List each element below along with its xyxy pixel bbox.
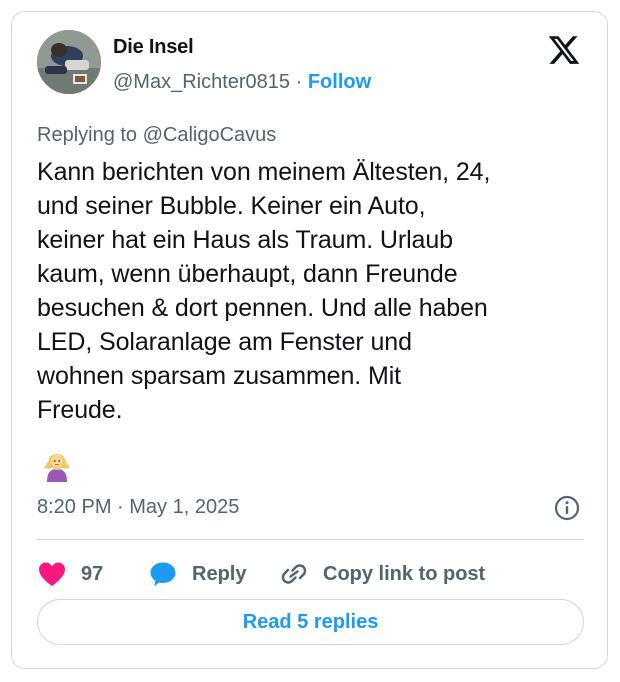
- reply-button[interactable]: Reply: [148, 557, 246, 591]
- author-name[interactable]: Die Insel: [113, 36, 194, 59]
- tweet-timestamp[interactable]: 8:20 PM · May 1, 2025: [37, 496, 239, 519]
- copy-link-label: Copy link to post: [323, 562, 486, 585]
- person-shrugging-emoji: [44, 454, 70, 482]
- x-logo-icon[interactable]: [547, 33, 581, 67]
- author-handle[interactable]: @Max_Richter0815: [113, 71, 290, 93]
- heart-icon: [39, 562, 65, 586]
- author-handle-line: @Max_Richter0815 · Follow: [113, 71, 371, 94]
- link-icon: [281, 564, 307, 584]
- avatar[interactable]: [37, 30, 101, 94]
- handle-separator: ·: [290, 71, 308, 93]
- tweet-card: Die Insel @Max_Richter0815 · Follow Repl…: [11, 11, 608, 669]
- avatar-image: [37, 30, 101, 94]
- read-replies-label: Read 5 replies: [242, 610, 379, 633]
- like-button[interactable]: 97: [37, 557, 103, 591]
- speech-bubble-icon: [150, 562, 176, 587]
- reply-label: Reply: [192, 562, 247, 585]
- replying-to[interactable]: Replying to @CaligoCavus: [37, 124, 276, 147]
- info-icon[interactable]: [553, 494, 581, 522]
- tweet-text: Kann berichten von meinem Ältesten, 24, …: [37, 158, 491, 424]
- follow-button[interactable]: Follow: [308, 71, 371, 93]
- read-replies-button[interactable]: Read 5 replies: [37, 599, 584, 645]
- divider: [37, 539, 584, 540]
- like-count: 97: [81, 562, 104, 585]
- copy-link-button[interactable]: Copy link to post: [279, 557, 485, 591]
